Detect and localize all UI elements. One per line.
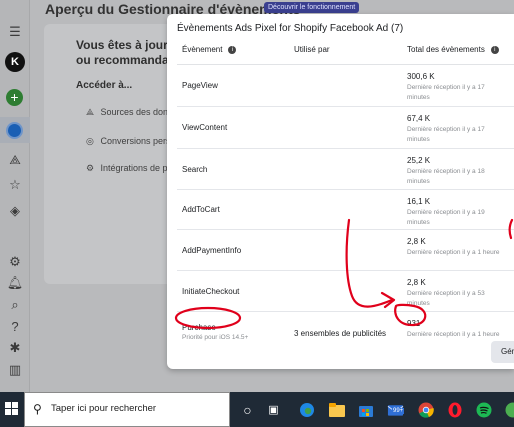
event-name: Search xyxy=(182,165,208,174)
menu-icon[interactable]: ☰ xyxy=(7,24,23,40)
integrations-label: Intégrations de pa xyxy=(100,163,173,173)
custom-conversions-link[interactable]: ◎ Conversions pers xyxy=(86,136,171,147)
left-navigation-rail: ☰ K + ⟁ ☆ ◈ ⚙ 🔔︎ ⌕ ? ✱ ▥ xyxy=(0,0,30,392)
mail-badge: 99+ xyxy=(392,408,405,414)
event-last-received: Dernière réception il y a 1 heure xyxy=(407,249,500,256)
account-avatar[interactable]: K xyxy=(5,52,25,72)
column-total-label: Total des évènements xyxy=(407,45,485,54)
event-last-received: Dernière réception il y a 1 heure xyxy=(407,331,500,338)
data-sources-link[interactable]: ⟁ Sources des donn xyxy=(86,107,173,118)
integrations-link[interactable]: ⚙ Intégrations de pa xyxy=(86,163,173,174)
event-name: AddToCart xyxy=(182,205,220,214)
bug-icon[interactable]: ✱ xyxy=(7,340,23,356)
event-note: Priorité pour iOS 14.5+ xyxy=(182,334,249,341)
column-event[interactable]: Évènement i xyxy=(182,45,237,54)
spotify-icon[interactable] xyxy=(475,401,492,418)
access-label: Accéder à... xyxy=(76,80,133,91)
connections-icon[interactable]: ⟁ xyxy=(7,152,23,168)
column-used-by-label: Utilisé par xyxy=(294,45,330,54)
event-total: 2,8 K xyxy=(407,278,426,287)
custom-conversions-label: Conversions pers xyxy=(100,136,171,146)
data-sources-label: Sources des donn xyxy=(100,107,174,117)
manage-button[interactable]: Gén xyxy=(491,341,514,363)
file-explorer-icon[interactable] xyxy=(328,401,345,418)
info-icon[interactable]: i xyxy=(228,45,237,54)
widgets-icon[interactable]: ▣ xyxy=(265,401,282,418)
event-row[interactable]: Search 25,2 K Dernière réception il y a 18… xyxy=(177,149,514,190)
event-last-received: Dernière réception il y a 18 minutes xyxy=(407,168,485,185)
browser-icon[interactable] xyxy=(502,401,514,418)
event-row[interactable]: ViewContent 67,4 K Dernière réception il y… xyxy=(177,107,514,149)
notifications-icon[interactable]: 🔔︎ xyxy=(7,275,24,291)
info-icon[interactable]: i xyxy=(490,45,499,54)
event-name: AddPaymentInfo xyxy=(182,246,242,255)
help-icon[interactable]: ? xyxy=(7,318,23,334)
taskbar-search[interactable]: ⚲ Taper ici pour rechercher xyxy=(24,392,230,427)
event-name: PageView xyxy=(182,81,218,90)
event-total: 931 xyxy=(407,319,421,328)
windows-start-icon[interactable] xyxy=(5,402,18,415)
target-icon: ◎ xyxy=(86,136,94,146)
store-icon[interactable] xyxy=(357,401,374,418)
event-name: ViewContent xyxy=(182,123,228,132)
column-event-label: Évènement xyxy=(182,45,223,54)
event-total: 67,4 K xyxy=(407,114,431,123)
event-row[interactable]: Purchase Priorité pour iOS 14.5+ 3 ensembl… xyxy=(177,312,514,357)
modal-title: Évènements Ads Pixel for Shopify Faceboo… xyxy=(177,23,404,34)
event-total: 16,1 K xyxy=(407,197,431,206)
event-total: 25,2 K xyxy=(407,156,431,165)
event-last-received: Dernière réception il y a 19 minutes xyxy=(407,209,485,226)
event-last-received: Dernière réception il y a 53 minutes xyxy=(407,290,485,307)
event-used-by[interactable]: 3 ensembles de publicités xyxy=(294,329,386,338)
event-row[interactable]: AddToCart 16,1 K Dernière réception il y a… xyxy=(177,190,514,230)
search-icon[interactable]: ⌕ xyxy=(7,297,23,313)
search-icon: ⚲ xyxy=(33,402,42,416)
search-placeholder: Taper ici pour rechercher xyxy=(51,403,157,414)
star-icon[interactable]: ☆ xyxy=(7,177,23,193)
column-used-by[interactable]: Utilisé par xyxy=(294,45,330,54)
mail-icon[interactable]: 99+ xyxy=(387,401,405,418)
panel-icon[interactable]: ▥ xyxy=(7,362,23,378)
edge-icon[interactable] xyxy=(298,401,315,418)
event-row[interactable]: PageView 300,6 K Dernière réception il y a… xyxy=(177,65,514,107)
chrome-icon[interactable] xyxy=(417,401,434,418)
opera-icon[interactable] xyxy=(446,401,463,418)
event-name: InitiateCheckout xyxy=(182,287,240,296)
plug-icon: ⚙ xyxy=(86,163,95,173)
column-total[interactable]: Total des évènements i xyxy=(407,45,499,54)
settings-icon[interactable]: ⚙ xyxy=(7,254,23,270)
overview-heading-line1: Vous êtes à jour. Il xyxy=(76,38,181,52)
event-total: 2,8 K xyxy=(407,237,426,246)
event-last-received: Dernière réception il y a 17 minutes xyxy=(407,126,485,143)
globe-icon[interactable] xyxy=(6,122,23,139)
event-last-received: Dernière réception il y a 17 minutes xyxy=(407,84,485,101)
discover-badge[interactable]: Découvrir le fonctionnement xyxy=(264,2,360,13)
event-row[interactable]: AddPaymentInfo 2,8 K Dernière réception il… xyxy=(177,230,514,271)
event-total: 300,6 K xyxy=(407,72,435,81)
shield-icon[interactable]: ◈ xyxy=(7,203,23,219)
events-modal: Évènements Ads Pixel for Shopify Faceboo… xyxy=(167,14,514,369)
event-row[interactable]: InitiateCheckout 2,8 K Dernière réception … xyxy=(177,271,514,312)
nodes-icon: ⟁ xyxy=(86,107,95,117)
event-name: Purchase xyxy=(182,323,216,332)
task-view-icon[interactable]: ○ xyxy=(239,401,256,418)
taskbar: ⚲ Taper ici pour rechercher ○ ▣ 99+ xyxy=(0,392,514,427)
add-icon[interactable]: + xyxy=(6,89,23,106)
